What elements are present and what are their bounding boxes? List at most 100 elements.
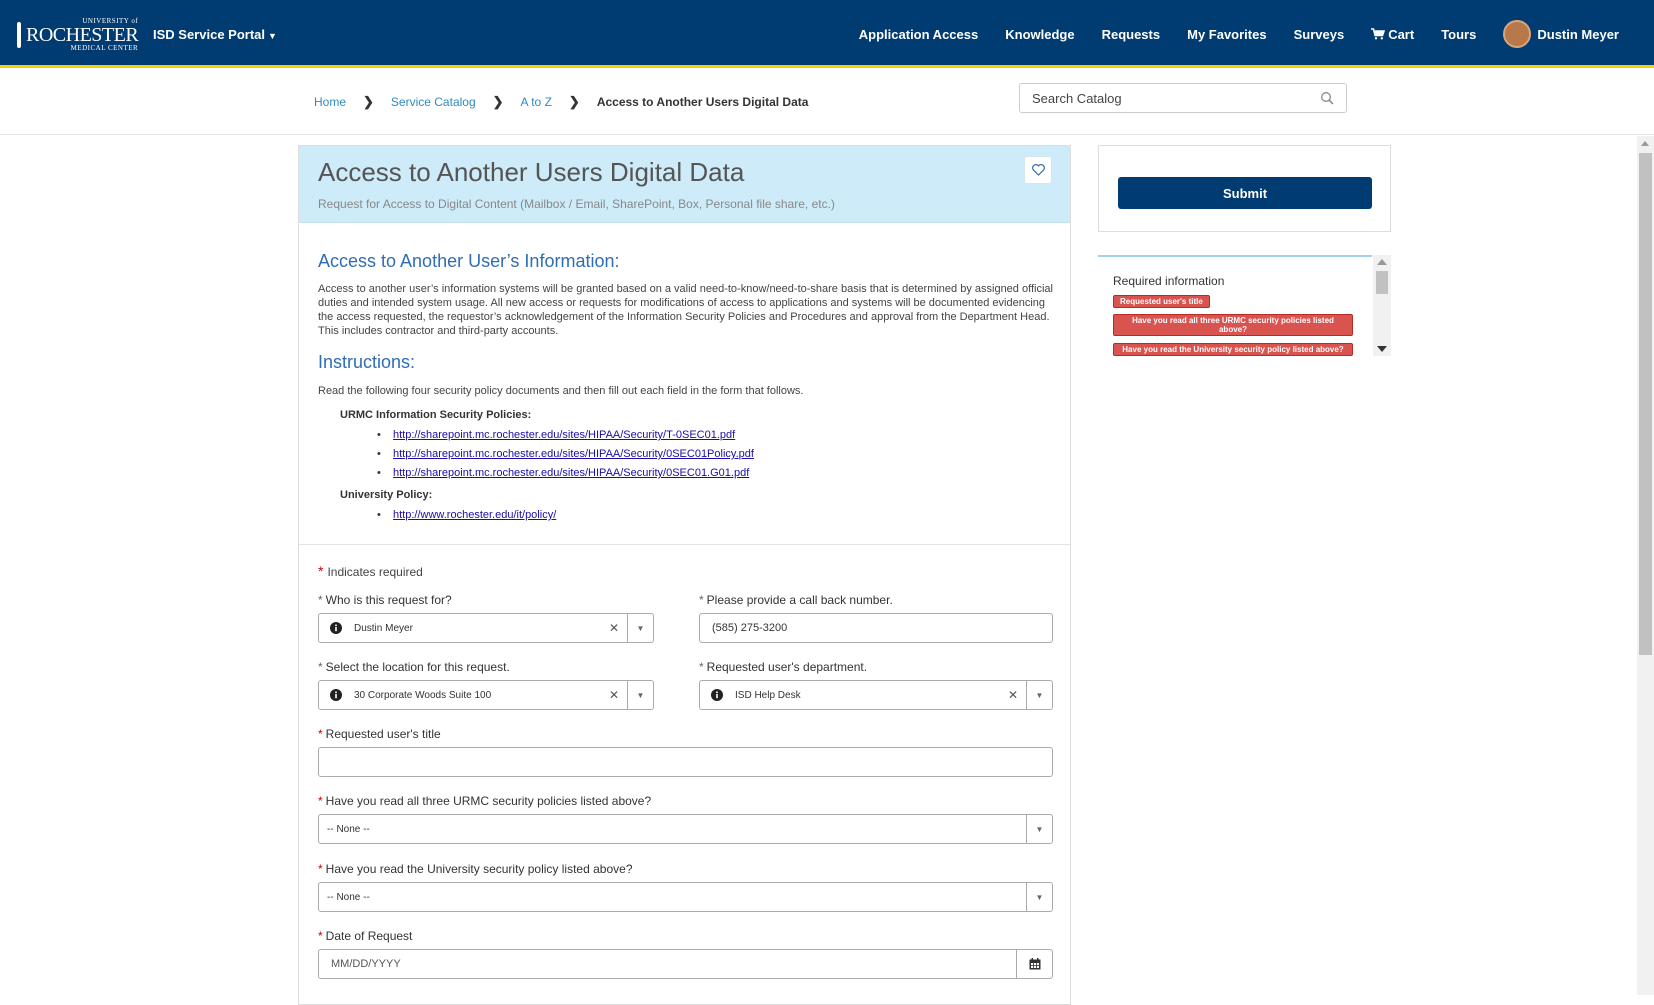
- required-star-icon: *: [318, 794, 323, 808]
- request-for-field[interactable]: Dustin Meyer ✕ ▼: [318, 613, 654, 643]
- nav-requests[interactable]: Requests: [1102, 27, 1161, 42]
- policy-link-3[interactable]: http://sharepoint.mc.rochester.edu/sites…: [393, 467, 749, 479]
- request-for-label-text: Who is this request for?: [325, 593, 452, 607]
- department-label-text: Requested user's department.: [706, 660, 868, 674]
- callback-label-text: Please provide a call back number.: [706, 593, 893, 607]
- required-star-icon: *: [318, 660, 323, 674]
- date-placeholder: MM/DD/YYYY: [331, 958, 401, 970]
- nav-cart[interactable]: Cart: [1371, 27, 1414, 42]
- scroll-up-icon[interactable]: [1641, 141, 1649, 146]
- chevron-down-icon[interactable]: ▼: [1026, 883, 1052, 911]
- catalog-item-card: Access to Another Users Digital Data Req…: [298, 145, 1071, 1005]
- callback-label: * Please provide a call back number.: [699, 593, 893, 607]
- nav-my-favorites[interactable]: My Favorites: [1187, 27, 1266, 42]
- user-menu[interactable]: Dustin Meyer: [1503, 20, 1619, 48]
- policy-link-2[interactable]: http://sharepoint.mc.rochester.edu/sites…: [393, 448, 754, 460]
- nav-application-access[interactable]: Application Access: [859, 27, 978, 42]
- request-for-label: * Who is this request for?: [318, 593, 452, 607]
- top-navbar: UNIVERSITY of ROCHESTER MEDICAL CENTER I…: [0, 0, 1654, 68]
- chevron-down-icon[interactable]: ▼: [1026, 815, 1052, 843]
- nav-knowledge[interactable]: Knowledge: [1005, 27, 1074, 42]
- clear-icon[interactable]: ✕: [601, 688, 627, 702]
- clear-icon[interactable]: ✕: [1000, 688, 1026, 702]
- location-field[interactable]: 30 Corporate Woods Suite 100 ✕ ▼: [318, 680, 654, 710]
- required-note: * Indicates required: [318, 563, 1053, 579]
- callback-number-input[interactable]: (585) 275-3200: [699, 613, 1053, 643]
- scrollbar-thumb[interactable]: [1639, 153, 1652, 655]
- university-read-label-text: Have you read the University security po…: [325, 862, 633, 876]
- instructions-heading: Instructions:: [318, 352, 416, 372]
- chevron-down-icon[interactable]: ▼: [1026, 681, 1052, 709]
- urmc-read-label: * Have you read all three URMC security p…: [318, 794, 651, 808]
- urmc-read-value: -- None --: [327, 823, 370, 835]
- chevron-right-icon: ❯: [363, 94, 374, 109]
- scrollbar-thumb[interactable]: [1376, 271, 1388, 294]
- nav-cart-label: Cart: [1388, 26, 1415, 42]
- urmc-policies-label: URMC Information Security Policies:: [340, 409, 532, 421]
- submit-panel: Submit: [1098, 145, 1391, 232]
- urmc-policy-links: http://sharepoint.mc.rochester.edu/sites…: [377, 426, 1051, 483]
- catalog-item-header: Access to Another Users Digital Data Req…: [299, 146, 1070, 223]
- required-info-panel: Required information Requested user's ti…: [1098, 255, 1372, 356]
- university-read-select[interactable]: -- None -- ▼: [318, 882, 1053, 912]
- breadcrumb-service-catalog[interactable]: Service Catalog: [391, 95, 476, 109]
- chevron-right-icon: ❯: [492, 94, 504, 109]
- required-star-icon: *: [318, 862, 323, 876]
- required-star-icon: *: [318, 593, 323, 607]
- caret-down-icon: ▼: [268, 31, 277, 41]
- nav-surveys[interactable]: Surveys: [1294, 27, 1345, 42]
- calendar-button[interactable]: [1016, 950, 1052, 978]
- required-info-scrollbar[interactable]: [1373, 255, 1391, 356]
- department-label: * Requested user's department.: [699, 660, 867, 674]
- policy-link-1[interactable]: http://sharepoint.mc.rochester.edu/sites…: [393, 429, 735, 441]
- cart-icon: [1371, 28, 1386, 40]
- university-policy-links: http://www.rochester.edu/it/policy/: [377, 506, 1051, 525]
- required-badge-university[interactable]: Have you read the University security po…: [1113, 343, 1353, 356]
- scroll-up-icon[interactable]: [1377, 259, 1387, 265]
- department-field[interactable]: ISD Help Desk ✕ ▼: [699, 680, 1053, 710]
- required-note-text: Indicates required: [327, 565, 423, 579]
- callback-number-value: (585) 275-3200: [712, 622, 788, 634]
- instructions-paragraph: Read the following four security policy …: [318, 385, 804, 397]
- page-title: Access to Another Users Digital Data: [318, 157, 745, 187]
- university-policy-link[interactable]: http://www.rochester.edu/it/policy/: [393, 509, 556, 521]
- urmc-read-select[interactable]: -- None -- ▼: [318, 814, 1053, 844]
- nav-tours[interactable]: Tours: [1441, 27, 1476, 42]
- header-divider: [0, 134, 1654, 135]
- list-item: http://www.rochester.edu/it/policy/: [377, 506, 1051, 525]
- requested-user-title-input[interactable]: [318, 747, 1053, 777]
- scroll-down-icon[interactable]: [1377, 346, 1387, 352]
- required-badge-title[interactable]: Requested user's title: [1113, 295, 1210, 308]
- required-star-icon: *: [318, 563, 324, 579]
- required-badge-urmc[interactable]: Have you read all three URMC security po…: [1113, 314, 1353, 336]
- user-name: Dustin Meyer: [1537, 26, 1619, 42]
- location-label: * Select the location for this request.: [318, 660, 510, 674]
- favorite-button[interactable]: [1024, 156, 1052, 184]
- heart-icon: [1031, 164, 1045, 176]
- request-form: * Indicates required * Who is this request…: [318, 563, 1053, 979]
- calendar-icon: [1029, 958, 1040, 970]
- info-icon[interactable]: [330, 622, 342, 634]
- info-icon[interactable]: [330, 689, 342, 701]
- search-catalog-input[interactable]: Search Catalog: [1019, 83, 1347, 113]
- submit-button[interactable]: Submit: [1118, 177, 1372, 209]
- chevron-down-icon[interactable]: ▼: [627, 614, 653, 642]
- clear-icon[interactable]: ✕: [601, 621, 627, 635]
- page-scrollbar[interactable]: [1637, 136, 1654, 995]
- date-of-request-input[interactable]: MM/DD/YYYY: [318, 949, 1053, 979]
- breadcrumb-a-to-z[interactable]: A to Z: [521, 95, 552, 109]
- nav-menu: Application Access Knowledge Requests My…: [859, 0, 1654, 68]
- required-star-icon: *: [699, 593, 704, 607]
- required-star-icon: *: [318, 929, 323, 943]
- portal-menu[interactable]: ISD Service Portal ▼: [153, 27, 277, 42]
- item-description: Access to Another User’s Information: Ac…: [299, 251, 1070, 525]
- search-icon[interactable]: [1320, 91, 1334, 105]
- required-star-icon: *: [318, 727, 323, 741]
- breadcrumb-current: Access to Another Users Digital Data: [596, 95, 809, 109]
- info-icon[interactable]: [711, 689, 723, 701]
- chevron-down-icon[interactable]: ▼: [627, 681, 653, 709]
- breadcrumb-home[interactable]: Home: [314, 95, 346, 109]
- page-subtitle: Request for Access to Digital Content (M…: [318, 197, 835, 211]
- urmc-logo[interactable]: UNIVERSITY of ROCHESTER MEDICAL CENTER: [17, 18, 139, 52]
- info-heading: Access to Another User’s Information:: [318, 251, 620, 271]
